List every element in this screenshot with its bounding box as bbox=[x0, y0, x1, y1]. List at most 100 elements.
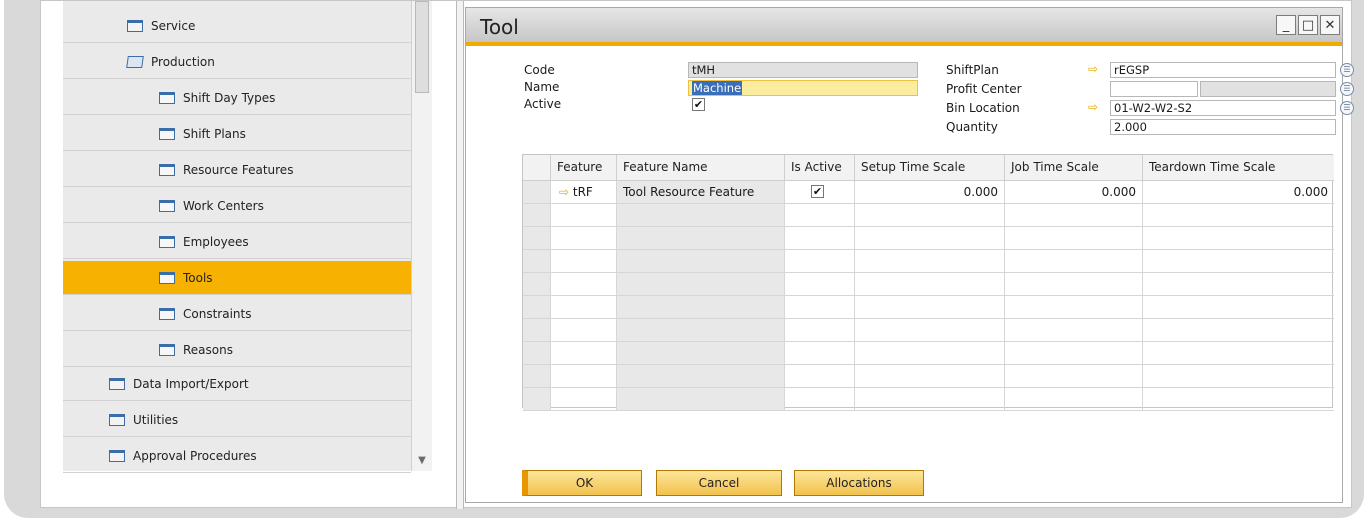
profit-center-field[interactable] bbox=[1110, 81, 1198, 97]
grid-empty-cell[interactable] bbox=[855, 250, 1005, 273]
close-button[interactable]: ✕ bbox=[1320, 15, 1340, 35]
grid-row-selector[interactable] bbox=[523, 273, 551, 296]
grid-empty-cell[interactable] bbox=[617, 273, 785, 296]
active-checkbox[interactable]: ✔ bbox=[692, 98, 705, 111]
grid-empty-cell[interactable] bbox=[785, 204, 855, 227]
pane-divider[interactable] bbox=[456, 1, 464, 509]
maximize-button[interactable]: □ bbox=[1298, 15, 1318, 35]
name-field[interactable]: Machine bbox=[688, 80, 918, 96]
grid-row-selector[interactable] bbox=[523, 296, 551, 319]
nav-item-production[interactable]: Production bbox=[63, 45, 411, 79]
code-field[interactable]: tMH bbox=[688, 62, 918, 78]
grid-header-feature-name[interactable]: Feature Name bbox=[617, 155, 785, 181]
nav-item-work-centers[interactable]: Work Centers bbox=[63, 189, 411, 223]
grid-header-job-time-scale[interactable]: Job Time Scale bbox=[1005, 155, 1143, 181]
link-arrow-icon[interactable]: ⇨ bbox=[1088, 100, 1098, 114]
grid-row-selector[interactable] bbox=[523, 204, 551, 227]
grid-empty-cell[interactable] bbox=[785, 296, 855, 319]
grid-empty-cell[interactable] bbox=[785, 319, 855, 342]
grid-cell-is-active[interactable]: ✔ bbox=[785, 181, 855, 204]
grid-empty-cell[interactable] bbox=[551, 273, 617, 296]
grid-empty-cell[interactable] bbox=[551, 250, 617, 273]
grid-empty-cell[interactable] bbox=[617, 342, 785, 365]
grid-row-selector[interactable] bbox=[523, 227, 551, 250]
grid-cell-teardown-time-scale[interactable]: 0.000 bbox=[1143, 181, 1334, 204]
nav-item-resource-features[interactable]: Resource Features bbox=[63, 153, 411, 187]
grid-empty-cell[interactable] bbox=[1005, 342, 1143, 365]
grid-empty-cell[interactable] bbox=[855, 273, 1005, 296]
grid-row-selector[interactable] bbox=[523, 250, 551, 273]
nav-item-employees[interactable]: Employees bbox=[63, 225, 411, 259]
grid-empty-cell[interactable] bbox=[1005, 319, 1143, 342]
grid-empty-cell[interactable] bbox=[617, 296, 785, 319]
grid-empty-cell[interactable] bbox=[1005, 204, 1143, 227]
grid-empty-cell[interactable] bbox=[855, 342, 1005, 365]
nav-item-tools[interactable]: Tools bbox=[63, 261, 411, 295]
grid-empty-cell[interactable] bbox=[1005, 250, 1143, 273]
quantity-field[interactable]: 2.000 bbox=[1110, 119, 1336, 135]
nav-item-reasons[interactable]: Reasons bbox=[63, 333, 411, 367]
grid-empty-cell[interactable] bbox=[1143, 250, 1334, 273]
grid-row-selector[interactable] bbox=[523, 319, 551, 342]
grid-empty-cell[interactable] bbox=[855, 204, 1005, 227]
minimize-button[interactable]: _ bbox=[1276, 15, 1296, 35]
grid-header-is-active[interactable]: Is Active bbox=[785, 155, 855, 181]
grid-empty-cell[interactable] bbox=[617, 365, 785, 388]
allocations-button[interactable]: Allocations bbox=[794, 470, 924, 496]
link-arrow-icon[interactable]: ⇨ bbox=[1088, 62, 1098, 76]
grid-header-setup-time-scale[interactable]: Setup Time Scale bbox=[855, 155, 1005, 181]
grid-empty-cell[interactable] bbox=[785, 227, 855, 250]
list-selection-icon[interactable]: ☰ bbox=[1340, 101, 1354, 115]
grid-empty-cell[interactable] bbox=[1005, 388, 1143, 411]
grid-header-teardown-time-scale[interactable]: Teardown Time Scale bbox=[1143, 155, 1334, 181]
grid-empty-cell[interactable] bbox=[551, 365, 617, 388]
window-titlebar[interactable]: Tool _ □ ✕ bbox=[466, 8, 1342, 46]
grid-empty-cell[interactable] bbox=[617, 319, 785, 342]
nav-scrollbar-thumb[interactable] bbox=[415, 1, 429, 93]
grid-empty-cell[interactable] bbox=[1005, 273, 1143, 296]
link-arrow-icon[interactable]: ⇨ bbox=[559, 185, 569, 199]
nav-item-shift-plans[interactable]: Shift Plans bbox=[63, 117, 411, 151]
grid-row-selector[interactable] bbox=[523, 388, 551, 411]
grid-empty-cell[interactable] bbox=[551, 204, 617, 227]
grid-empty-cell[interactable] bbox=[855, 388, 1005, 411]
grid-empty-cell[interactable] bbox=[617, 227, 785, 250]
grid-empty-cell[interactable] bbox=[1143, 296, 1334, 319]
nav-item-shift-day-types[interactable]: Shift Day Types bbox=[63, 81, 411, 115]
grid-cell-setup-time-scale[interactable]: 0.000 bbox=[855, 181, 1005, 204]
grid-empty-cell[interactable] bbox=[1143, 388, 1334, 411]
grid-row-selector[interactable] bbox=[523, 365, 551, 388]
grid-empty-cell[interactable] bbox=[1143, 227, 1334, 250]
grid-empty-cell[interactable] bbox=[855, 365, 1005, 388]
grid-empty-cell[interactable] bbox=[551, 227, 617, 250]
ok-button[interactable]: OK bbox=[522, 470, 642, 496]
nav-item-data-import-export[interactable]: Data Import/Export bbox=[63, 367, 411, 401]
list-selection-icon[interactable]: ☰ bbox=[1340, 63, 1354, 77]
grid-empty-cell[interactable] bbox=[785, 342, 855, 365]
bin-location-field[interactable]: 01-W2-W2-S2 bbox=[1110, 100, 1336, 116]
grid-empty-cell[interactable] bbox=[1143, 204, 1334, 227]
grid-empty-cell[interactable] bbox=[855, 319, 1005, 342]
grid-header-feature[interactable]: Feature bbox=[551, 155, 617, 181]
nav-item-service[interactable]: Service bbox=[63, 9, 411, 43]
grid-empty-cell[interactable] bbox=[785, 273, 855, 296]
nav-item-utilities[interactable]: Utilities bbox=[63, 403, 411, 437]
grid-empty-cell[interactable] bbox=[1143, 365, 1334, 388]
grid-empty-cell[interactable] bbox=[617, 204, 785, 227]
grid-empty-cell[interactable] bbox=[1143, 273, 1334, 296]
grid-empty-cell[interactable] bbox=[551, 319, 617, 342]
grid-empty-cell[interactable] bbox=[1005, 365, 1143, 388]
is-active-checkbox[interactable]: ✔ bbox=[811, 185, 824, 198]
grid-empty-cell[interactable] bbox=[617, 250, 785, 273]
grid-empty-cell[interactable] bbox=[785, 388, 855, 411]
nav-item-constraints[interactable]: Constraints bbox=[63, 297, 411, 331]
grid-empty-cell[interactable] bbox=[1005, 296, 1143, 319]
grid-empty-cell[interactable] bbox=[785, 365, 855, 388]
grid-empty-cell[interactable] bbox=[785, 250, 855, 273]
grid-empty-cell[interactable] bbox=[855, 227, 1005, 250]
shiftplan-field[interactable]: rEGSP bbox=[1110, 62, 1336, 78]
scroll-down-icon[interactable]: ▼ bbox=[412, 449, 432, 471]
grid-row-selector[interactable] bbox=[523, 342, 551, 365]
grid-empty-cell[interactable] bbox=[551, 388, 617, 411]
list-selection-icon[interactable]: ☰ bbox=[1340, 82, 1354, 96]
